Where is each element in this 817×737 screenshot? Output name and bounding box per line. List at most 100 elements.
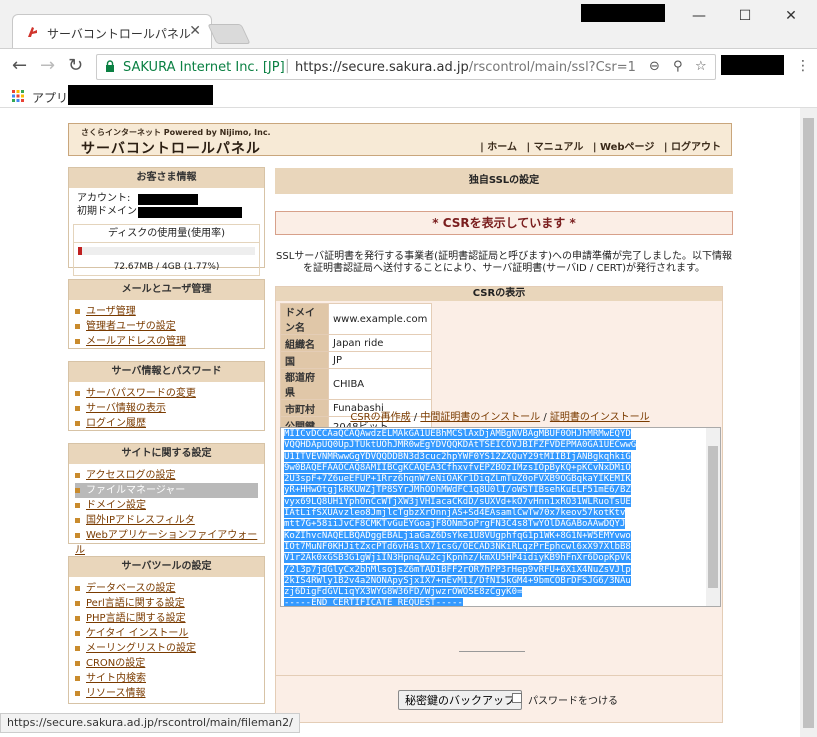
csr-line: vyx69LQ8UH1YphOnCcWTjXW3jVHIacaCKdD/sUXV… bbox=[284, 496, 631, 507]
mail-user-menu: ユーザ管理 管理者ユーザの設定 メールアドレスの管理 bbox=[69, 300, 264, 353]
disk-usage-fill bbox=[78, 247, 82, 255]
csr-field-row: ドメイン名 www.example.com bbox=[280, 303, 433, 335]
server-info-menu: サーバパスワードの変更 サーバ情報の表示 ログイン履歴 bbox=[69, 382, 264, 435]
brand-title: サーバコントロールパネル bbox=[81, 141, 261, 157]
page-viewport: さくらインターネット Powered by Nijimo, Inc. サーバコン… bbox=[0, 108, 817, 737]
bookmarks-bar: アプリ bbox=[0, 84, 817, 108]
csr-line: IAtLifSXUAvzleo8JmjlcTgbzXrOnnjAS+Sd4EAs… bbox=[284, 508, 626, 519]
ssl-section-title: 独自SSLの設定 bbox=[275, 168, 733, 194]
redacted-domain bbox=[138, 207, 242, 218]
csr-line: -----END CERTIFICATE REQUEST----- bbox=[284, 598, 463, 607]
account-row: アカウント: bbox=[69, 192, 264, 205]
tab-close-icon[interactable]: ✕ bbox=[189, 23, 201, 39]
sidebar-menu-item[interactable]: 国外IPアドレスフィルタ bbox=[75, 513, 258, 528]
csr-status-banner: * CSRを表示しています * bbox=[275, 211, 733, 235]
sidebar-menu-item[interactable]: ユーザ管理 bbox=[75, 304, 258, 319]
csr-field-key: ドメイン名 bbox=[280, 303, 329, 335]
domain-label: 初期ドメイン: bbox=[77, 206, 141, 217]
csr-line: 9w0BAQEFAAOCAQ8AMIIBCgKCAQEA3CfhxvfvEPZB… bbox=[284, 462, 631, 473]
csr-line: 2kIS4RWly1B2v4a2NONApySjxIX7+nEvM1I/DfNI… bbox=[284, 575, 631, 586]
csr-field-value: www.example.com bbox=[327, 303, 433, 335]
account-label: アカウント: bbox=[77, 193, 131, 204]
disk-usage-title: ディスクの使用量(使用率) bbox=[74, 225, 259, 243]
csr-scrollbar[interactable] bbox=[706, 428, 720, 606]
site-header: さくらインターネット Powered by Nijimo, Inc. サーバコン… bbox=[68, 123, 732, 157]
sidebar-menu-item[interactable]: ドメイン設定 bbox=[75, 498, 258, 513]
csr-field-row: 組織名 Japan ride bbox=[280, 334, 433, 352]
csr-panel: CSRの表示 ドメイン名 www.example.com 組織名 Japan ride… bbox=[275, 286, 723, 723]
redacted-extension bbox=[721, 55, 784, 75]
csr-regenerate-link[interactable]: CSRの再作成 bbox=[350, 412, 410, 423]
mail-user-title: メールとユーザ管理 bbox=[69, 280, 264, 300]
site-settings-title: サイトに関する設定 bbox=[69, 444, 264, 464]
server-info-box: サーバ情報とパスワード サーバパスワードの変更 サーバ情報の表示 ログイン履歴 bbox=[68, 361, 265, 431]
install-cert-link[interactable]: 証明書のインストール bbox=[550, 412, 650, 423]
sidebar-menu-item[interactable]: リソース情報 bbox=[75, 686, 258, 701]
menu-icon[interactable]: ⋮ bbox=[796, 57, 810, 75]
browser-tab[interactable]: サーバコントロールパネル ✕ bbox=[12, 14, 212, 48]
csr-field-row: 都道府県 CHIBA bbox=[280, 368, 433, 400]
nav-logout-link[interactable]: | ログアウト bbox=[664, 142, 721, 153]
disk-usage-box: ディスクの使用量(使用率) 72.67MB / 4GB (1.77%) bbox=[73, 224, 260, 276]
zoom-icon[interactable]: ⊖ bbox=[649, 59, 660, 74]
sidebar-menu-item[interactable]: PHP言語に関する設定 bbox=[75, 611, 258, 626]
page-scrollbar-thumb[interactable] bbox=[803, 118, 814, 728]
customer-info-box: お客さま情報 アカウント: 初期ドメイン: ディスクの使用量(使用率) 72.6… bbox=[68, 167, 265, 276]
sidebar-menu-item[interactable]: サーバ情報の表示 bbox=[75, 401, 258, 416]
site-organization: SAKURA Internet Inc. [JP] bbox=[123, 60, 285, 75]
csr-field-key: 組織名 bbox=[280, 334, 329, 352]
apps-grid-icon[interactable] bbox=[12, 90, 24, 102]
csr-line: 2U3spF+7Z6ueEFUP+1Rrz6hqnW7eNiOAKr1DiqZL… bbox=[284, 474, 631, 485]
redacted-bookmark bbox=[68, 85, 213, 105]
sidebar-menu-item[interactable]: CRONの設定 bbox=[75, 656, 258, 671]
intermediate-cert-link[interactable]: 中間証明書のインストール bbox=[420, 412, 540, 423]
forward-icon[interactable]: → bbox=[40, 57, 55, 75]
sidebar-menu-item[interactable]: メーリングリストの設定 bbox=[75, 641, 258, 656]
maximize-icon[interactable]: ☐ bbox=[722, 4, 768, 28]
sidebar-menu-item[interactable]: データベースの設定 bbox=[75, 581, 258, 596]
sidebar-menu-item[interactable]: ログイン履歴 bbox=[75, 416, 258, 431]
address-bar[interactable]: SAKURA Internet Inc. [JP] | https://secu… bbox=[96, 54, 716, 80]
minimize-icon[interactable]: — bbox=[676, 4, 722, 28]
nav-webpage-link[interactable]: | Webページ bbox=[593, 142, 655, 153]
backup-box: 秘密鍵のバックアップ パスワードをつける bbox=[275, 675, 723, 723]
redacted-profile bbox=[581, 4, 665, 22]
nav-manual-link[interactable]: | マニュアル bbox=[526, 142, 583, 153]
back-icon[interactable]: ← bbox=[12, 57, 27, 75]
csr-field-row: 国 JP bbox=[280, 351, 433, 369]
browser-titlebar: サーバコントロールパネル ✕ — ☐ ✕ bbox=[0, 0, 817, 48]
pin-icon[interactable]: ⚲ bbox=[673, 59, 683, 74]
sidebar-menu-item[interactable]: ファイルマネージャー bbox=[75, 483, 258, 498]
nav-home-link[interactable]: | ホーム bbox=[480, 142, 517, 153]
url-host: https://secure.sakura.ad.jp bbox=[295, 60, 469, 75]
csr-line: VQQHDApUQ0UpJTUktUOhJMR0wEgYDVQQKDAtTSEI… bbox=[284, 440, 637, 451]
csr-line: IOt7MuNF0KHJitZxcPTd6vH4slX71csG/OECAD3N… bbox=[284, 541, 631, 552]
disk-usage-text: 72.67MB / 4GB (1.77%) bbox=[113, 262, 220, 272]
sidebar-menu-item[interactable]: Webアプリケーションファイアウォール bbox=[75, 528, 258, 556]
redacted-account bbox=[138, 194, 198, 205]
sakura-favicon-icon bbox=[28, 27, 37, 37]
sidebar-menu-item[interactable]: ケイタイ インストール bbox=[75, 626, 258, 641]
csr-scrollbar-thumb[interactable] bbox=[708, 446, 718, 588]
page-scrollbar[interactable] bbox=[800, 108, 817, 737]
csr-field-value: JP bbox=[327, 351, 433, 369]
private-key-backup-button[interactable]: 秘密鍵のバックアップ bbox=[398, 690, 522, 710]
disk-usage-bar bbox=[78, 247, 255, 255]
password-checkbox[interactable] bbox=[512, 693, 522, 703]
sidebar-menu-item[interactable]: サーバパスワードの変更 bbox=[75, 386, 258, 401]
sidebar-menu-item[interactable]: 管理者ユーザの設定 bbox=[75, 319, 258, 334]
sidebar-menu-item[interactable]: Perl言語に関する設定 bbox=[75, 596, 258, 611]
link-separator: / bbox=[540, 412, 550, 423]
sidebar-menu-item[interactable]: メールアドレスの管理 bbox=[75, 334, 258, 349]
apps-label[interactable]: アプリ bbox=[32, 89, 68, 106]
new-tab-button[interactable] bbox=[207, 24, 251, 44]
sidebar-menu-item[interactable]: アクセスログの設定 bbox=[75, 468, 258, 483]
bookmark-star-icon[interactable]: ☆ bbox=[695, 59, 707, 74]
csr-line: yR+HHwOtgjkRKUWZjTP8SYrJMhOOhMWdFC1q8U0l… bbox=[284, 485, 631, 496]
customer-info-title: お客さま情報 bbox=[69, 168, 264, 188]
close-window-icon[interactable]: ✕ bbox=[768, 4, 814, 28]
reload-icon[interactable]: ↻ bbox=[68, 57, 83, 75]
csr-textarea[interactable]: MIICvDCCAaQCAQAwdzELMAkGA1UEBhMCSlAxDjAM… bbox=[280, 427, 721, 607]
status-url-bar: https://secure.sakura.ad.jp/rscontrol/ma… bbox=[0, 713, 300, 733]
sidebar-menu-item[interactable]: サイト内検索 bbox=[75, 671, 258, 686]
